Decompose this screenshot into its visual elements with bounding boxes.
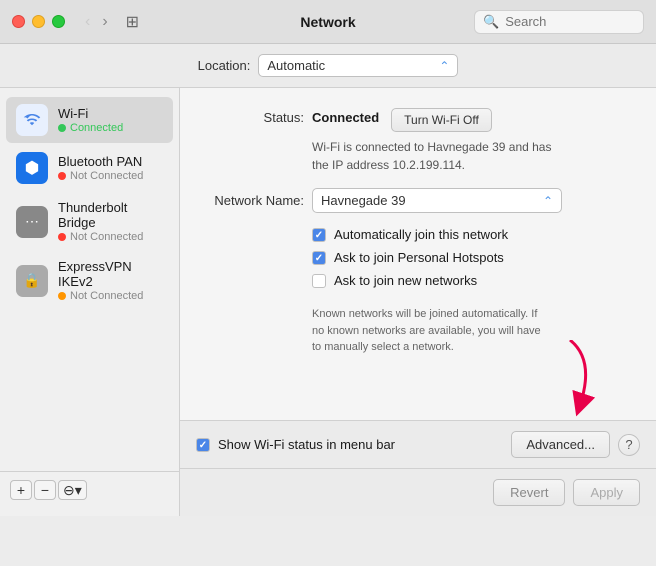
- traffic-lights: [12, 15, 65, 28]
- location-value: Automatic: [267, 58, 439, 73]
- main-content: Wi-Fi Connected ⬢ Bluetooth PAN Not Conn…: [0, 88, 656, 516]
- auto-join-label: Automatically join this network: [334, 227, 508, 242]
- network-name-row: Network Name: Havnegade 39 ⌃: [204, 188, 632, 213]
- sidebar-controls: + − ⊖▾: [0, 471, 179, 508]
- search-icon: 🔍: [483, 14, 499, 30]
- thunderbolt-net-info: Thunderbolt Bridge Not Connected: [58, 200, 163, 243]
- advanced-button[interactable]: Advanced...: [511, 431, 610, 458]
- new-networks-checkbox[interactable]: [312, 274, 326, 288]
- location-label: Location:: [198, 58, 251, 73]
- vpn-status-text: Not Connected: [70, 290, 143, 302]
- show-wifi-row: Show Wi-Fi status in menu bar: [196, 437, 395, 452]
- revert-button[interactable]: Revert: [493, 479, 565, 506]
- thunderbolt-status-text: Not Connected: [70, 231, 143, 243]
- sidebar-item-wifi[interactable]: Wi-Fi Connected: [6, 97, 173, 143]
- vpn-status-dot: [58, 292, 66, 300]
- vpn-status: Not Connected: [58, 290, 163, 302]
- maximize-button[interactable]: [52, 15, 65, 28]
- thunderbolt-status: Not Connected: [58, 231, 163, 243]
- wifi-name: Wi-Fi: [58, 106, 123, 121]
- bottom-actions: Advanced... ?: [511, 431, 640, 458]
- wifi-status: Connected: [58, 122, 123, 134]
- back-button[interactable]: ‹: [81, 12, 94, 32]
- apply-button[interactable]: Apply: [573, 479, 640, 506]
- chevron-down-icon: ⌃: [439, 59, 449, 73]
- bluetooth-status-dot: [58, 172, 66, 180]
- bluetooth-net-info: Bluetooth PAN Not Connected: [58, 154, 143, 182]
- footer-bar: Revert Apply: [180, 468, 656, 516]
- network-chevron-icon: ⌃: [543, 194, 553, 208]
- network-name-select[interactable]: Havnegade 39 ⌃: [312, 188, 562, 213]
- turn-wifi-off-button[interactable]: Turn Wi-Fi Off: [391, 108, 492, 132]
- sidebar-item-thunderbolt[interactable]: ⋯ Thunderbolt Bridge Not Connected: [6, 193, 173, 250]
- grid-icon[interactable]: ⊞: [126, 12, 139, 32]
- thunderbolt-icon: ⋯: [16, 206, 48, 238]
- location-select[interactable]: Automatic ⌃: [258, 54, 458, 77]
- titlebar: ‹ › ⊞ Network 🔍: [0, 0, 656, 44]
- vpn-name: ExpressVPN IKEv2: [58, 259, 163, 289]
- bluetooth-status-text: Not Connected: [70, 170, 143, 182]
- add-network-button[interactable]: +: [10, 480, 32, 500]
- checkbox-note: Known networks will be joined automatica…: [312, 306, 632, 356]
- checkbox-new-networks-row: Ask to join new networks: [312, 273, 632, 288]
- thunderbolt-name: Thunderbolt Bridge: [58, 200, 163, 230]
- show-wifi-label: Show Wi-Fi status in menu bar: [218, 437, 395, 452]
- search-box[interactable]: 🔍: [474, 10, 644, 34]
- detail-panel: Status: Connected Turn Wi-Fi Off Wi-Fi i…: [180, 88, 656, 420]
- location-bar: Location: Automatic ⌃: [0, 44, 656, 88]
- vpn-icon: 🔒: [16, 265, 48, 297]
- show-wifi-checkbox[interactable]: [196, 438, 210, 452]
- status-description: Wi-Fi is connected to Havnegade 39 and h…: [312, 138, 632, 174]
- wifi-icon: [16, 104, 48, 136]
- status-value: Connected: [312, 108, 379, 125]
- vpn-net-info: ExpressVPN IKEv2 Not Connected: [58, 259, 163, 302]
- wifi-status-dot: [58, 124, 66, 132]
- close-button[interactable]: [12, 15, 25, 28]
- status-label: Status:: [204, 108, 304, 125]
- detail-wrapper: Status: Connected Turn Wi-Fi Off Wi-Fi i…: [180, 88, 656, 516]
- remove-network-button[interactable]: −: [34, 480, 56, 500]
- bluetooth-name: Bluetooth PAN: [58, 154, 143, 169]
- checkbox-group: Automatically join this network Ask to j…: [312, 227, 632, 288]
- search-input[interactable]: [505, 14, 635, 29]
- auto-join-checkbox[interactable]: [312, 228, 326, 242]
- sidebar-item-bluetooth[interactable]: ⬢ Bluetooth PAN Not Connected: [6, 145, 173, 191]
- bottom-bar: Show Wi-Fi status in menu bar Advanced..…: [180, 420, 656, 468]
- sidebar: Wi-Fi Connected ⬢ Bluetooth PAN Not Conn…: [0, 88, 180, 516]
- status-value-area: Connected Turn Wi-Fi Off: [312, 108, 492, 132]
- bluetooth-status: Not Connected: [58, 170, 143, 182]
- minimize-button[interactable]: [32, 15, 45, 28]
- new-networks-label: Ask to join new networks: [334, 273, 477, 288]
- help-button[interactable]: ?: [618, 434, 640, 456]
- hotspot-checkbox[interactable]: [312, 251, 326, 265]
- status-row: Status: Connected Turn Wi-Fi Off: [204, 108, 632, 132]
- bluetooth-icon: ⬢: [16, 152, 48, 184]
- checkbox-auto-join-row: Automatically join this network: [312, 227, 632, 242]
- network-name-label: Network Name:: [204, 193, 304, 208]
- sidebar-item-vpn[interactable]: 🔒 ExpressVPN IKEv2 Not Connected: [6, 252, 173, 309]
- hotspot-label: Ask to join Personal Hotspots: [334, 250, 504, 265]
- forward-button[interactable]: ›: [98, 12, 111, 32]
- nav-arrows: ‹ ›: [81, 12, 112, 32]
- thunderbolt-status-dot: [58, 233, 66, 241]
- wifi-status-text: Connected: [70, 122, 123, 134]
- action-button[interactable]: ⊖▾: [58, 480, 87, 500]
- wifi-net-info: Wi-Fi Connected: [58, 106, 123, 134]
- window-title: Network: [300, 14, 355, 30]
- network-name-value: Havnegade 39: [321, 193, 406, 208]
- checkbox-hotspot-row: Ask to join Personal Hotspots: [312, 250, 632, 265]
